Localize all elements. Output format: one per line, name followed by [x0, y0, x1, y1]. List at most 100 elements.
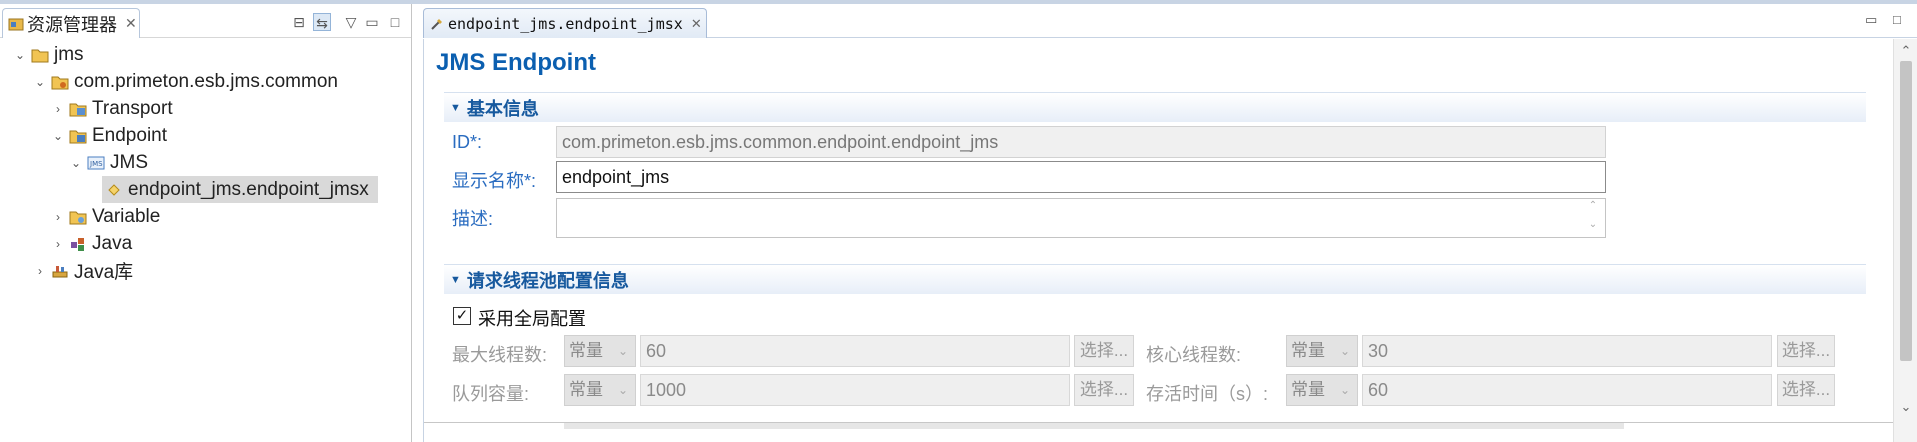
explorer-view-icon: [8, 16, 24, 32]
keepalive-label: 存活时间（s）:: [1146, 384, 1269, 404]
section-basic-info[interactable]: ▼ 基本信息: [444, 92, 1866, 122]
select-value: 常量: [1291, 380, 1325, 399]
tree-item-label: Transport: [92, 97, 173, 119]
page-title: JMS Endpoint: [436, 49, 596, 76]
tree-item-variable[interactable]: › Variable: [50, 203, 160, 230]
keepalive-choose-button[interactable]: 选择...: [1777, 374, 1835, 406]
queue-capacity-type-select[interactable]: 常量 ⌄: [564, 374, 636, 406]
endpoint-editor-panel: endpoint_jms.endpoint_jmsx ✕ ▭ □ JMS End…: [423, 4, 1917, 442]
tree-item-endpoint-file[interactable]: endpoint_jms.endpoint_jmsx: [102, 176, 378, 203]
tree-item-label: Java: [92, 232, 133, 254]
editor-form: JMS Endpoint ▼ 基本信息 ID*: com.primeton.es…: [423, 39, 1894, 442]
queue-capacity-field[interactable]: 1000: [640, 374, 1070, 406]
scroll-down-icon[interactable]: ⌄: [1894, 399, 1917, 415]
chevron-down-icon: ⌄: [1339, 383, 1350, 397]
chevron-down-icon[interactable]: ⌄: [68, 156, 84, 170]
max-threads-choose-button[interactable]: 选择...: [1074, 335, 1134, 367]
minimize-icon[interactable]: ▭: [363, 13, 381, 31]
tree-item-java-lib[interactable]: › Java库: [32, 257, 133, 284]
max-threads-label: 最大线程数:: [452, 345, 548, 365]
core-threads-type-select[interactable]: 常量 ⌄: [1286, 335, 1358, 367]
id-label: ID*:: [452, 132, 483, 152]
chevron-right-icon[interactable]: ›: [32, 264, 48, 278]
jms-icon: JMS: [86, 154, 106, 172]
select-value: 常量: [1291, 341, 1325, 360]
tree-item-label: endpoint_jms.endpoint_jmsx: [128, 178, 369, 200]
endpoint-folder-icon: [68, 127, 88, 145]
tree-item-java[interactable]: › Java: [50, 230, 132, 257]
tree-item-label: com.primeton.esb.jms.common: [74, 70, 338, 92]
core-threads-label: 核心线程数:: [1146, 345, 1242, 365]
tree-item-label: JMS: [110, 151, 148, 173]
tree-item-jms-folder[interactable]: ⌄ JMS JMS: [68, 149, 148, 176]
explorer-header: 资源管理器 ✕ ⊟ ⇆ ▽ ▭ □: [0, 4, 411, 38]
editor-tab-bar: endpoint_jms.endpoint_jmsx ✕ ▭ □: [423, 4, 1917, 38]
select-value: 常量: [569, 341, 603, 360]
view-menu-icon[interactable]: ▽: [342, 13, 360, 31]
tree-item-jms[interactable]: ⌄ jms: [12, 41, 84, 68]
tree-item-label: jms: [54, 43, 84, 65]
display-name-field[interactable]: endpoint_jms: [556, 161, 1606, 193]
chevron-right-icon[interactable]: ›: [50, 102, 66, 116]
maximize-icon[interactable]: □: [1893, 12, 1901, 27]
tree-item-label: Endpoint: [92, 124, 168, 146]
resource-explorer-panel: 资源管理器 ✕ ⊟ ⇆ ▽ ▭ □ ⌄ jms ⌄ com.primeton.e…: [0, 4, 412, 442]
maximize-icon[interactable]: □: [386, 13, 404, 31]
tree-item-label: Variable: [92, 205, 161, 227]
chevron-down-icon[interactable]: ⌄: [32, 75, 48, 89]
transport-folder-icon: [68, 100, 88, 118]
core-threads-choose-button[interactable]: 选择...: [1777, 335, 1835, 367]
chevron-down-icon: ⌄: [617, 344, 628, 358]
section-title: 基本信息: [466, 98, 539, 119]
queue-capacity-label: 队列容量:: [452, 384, 530, 404]
triangle-down-icon: ▼: [450, 273, 461, 286]
close-icon[interactable]: ✕: [691, 16, 702, 32]
scroll-up-icon[interactable]: ⌃: [1894, 43, 1917, 59]
svg-text:JMS: JMS: [89, 160, 103, 168]
editor-tab-label: endpoint_jms.endpoint_jmsx: [448, 14, 683, 33]
java-library-icon: [50, 262, 70, 280]
module-icon: [50, 73, 70, 91]
link-with-editor-icon[interactable]: ⇆: [313, 13, 331, 31]
use-global-config-checkbox[interactable]: ✓: [453, 307, 471, 325]
description-label: 描述:: [452, 209, 494, 229]
explorer-view-tab[interactable]: 资源管理器 ✕: [2, 8, 140, 38]
tree-item-common[interactable]: ⌄ com.primeton.esb.jms.common: [32, 68, 338, 95]
editor-vertical-scrollbar[interactable]: ⌃ ⌄: [1893, 39, 1917, 442]
keepalive-type-select[interactable]: 常量 ⌄: [1286, 374, 1358, 406]
triangle-down-icon: ▼: [450, 101, 461, 114]
description-field[interactable]: [556, 198, 1606, 238]
endpoint-file-icon: [430, 17, 444, 31]
minimize-icon[interactable]: ▭: [1865, 12, 1877, 28]
queue-capacity-choose-button[interactable]: 选择...: [1074, 374, 1134, 406]
section-thread-pool[interactable]: ▼ 请求线程池配置信息: [444, 264, 1866, 294]
tree-item-endpoint[interactable]: ⌄ Endpoint: [50, 122, 167, 149]
next-row-partial-field: [564, 423, 1624, 429]
keepalive-field[interactable]: 60: [1362, 374, 1772, 406]
scroll-up-icon[interactable]: ⌃: [1584, 200, 1602, 211]
tree-item-transport[interactable]: › Transport: [50, 95, 173, 122]
collapse-all-icon[interactable]: ⊟: [290, 13, 308, 31]
chevron-right-icon[interactable]: ›: [50, 237, 66, 251]
max-threads-field[interactable]: 60: [640, 335, 1070, 367]
max-threads-type-select[interactable]: 常量 ⌄: [564, 335, 636, 367]
chevron-right-icon[interactable]: ›: [50, 210, 66, 224]
scroll-down-icon[interactable]: ⌄: [1584, 219, 1602, 230]
explorer-view-tab-label: 资源管理器: [27, 14, 117, 35]
chevron-down-icon: ⌄: [1339, 344, 1350, 358]
variable-folder-icon: [68, 208, 88, 226]
close-icon[interactable]: ✕: [125, 15, 137, 32]
scrollbar-thumb[interactable]: [1900, 61, 1912, 361]
editor-tab-endpoint-jms[interactable]: endpoint_jms.endpoint_jmsx ✕: [423, 8, 707, 38]
java-package-icon: [68, 235, 88, 253]
endpoint-file-icon: [104, 181, 124, 199]
section-title: 请求线程池配置信息: [466, 270, 629, 291]
id-field[interactable]: com.primeton.esb.jms.common.endpoint.end…: [556, 126, 1606, 158]
editor-bottom-edge: [424, 422, 1894, 442]
chevron-down-icon[interactable]: ⌄: [12, 48, 28, 62]
select-value: 常量: [569, 380, 603, 399]
tree-item-label: Java库: [74, 262, 134, 283]
chevron-down-icon[interactable]: ⌄: [50, 129, 66, 143]
project-folder-icon: [30, 46, 50, 64]
core-threads-field[interactable]: 30: [1362, 335, 1772, 367]
